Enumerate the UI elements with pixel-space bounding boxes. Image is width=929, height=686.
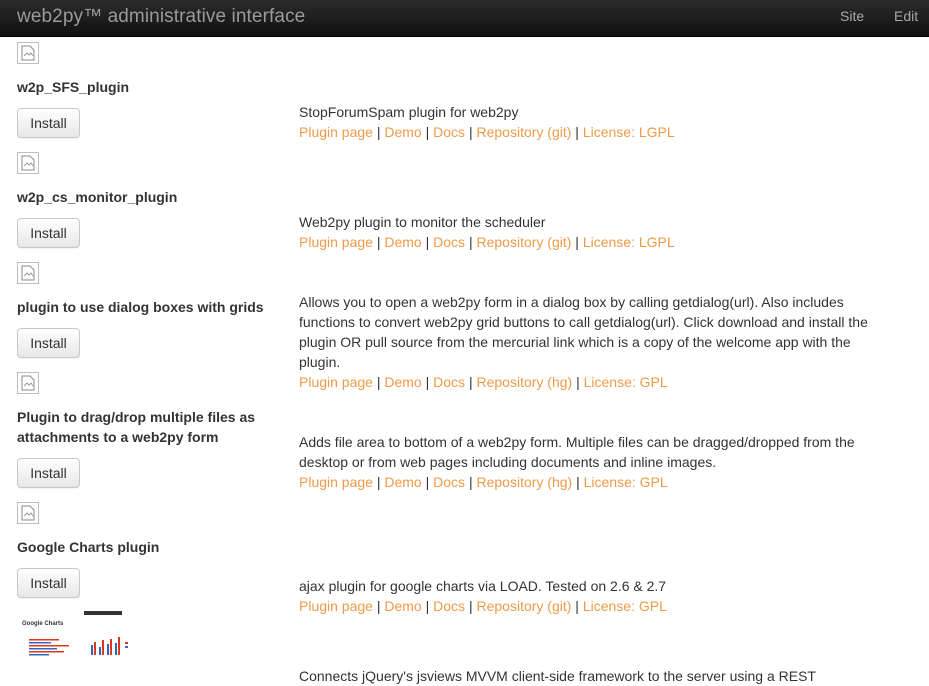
repository-link[interactable]: Repository (hg) <box>476 474 572 490</box>
demo-link[interactable]: Demo <box>384 124 421 140</box>
docs-link[interactable]: Docs <box>433 598 465 614</box>
plugin-links: Plugin page | Demo | Docs | Repository (… <box>299 474 668 490</box>
plugin-name: plugin to use dialog boxes with grids <box>17 299 264 315</box>
install-button[interactable]: Install <box>17 108 80 138</box>
brand-title[interactable]: web2py™ administrative interface <box>17 6 305 28</box>
plugin-page-link[interactable]: Plugin page <box>299 374 373 390</box>
install-button[interactable]: Install <box>17 568 80 598</box>
install-button[interactable]: Install <box>17 218 80 248</box>
demo-link[interactable]: Demo <box>384 474 421 490</box>
plugin-name: w2p_cs_monitor_plugin <box>17 189 178 205</box>
broken-image-icon <box>17 502 39 524</box>
plugin-page-link[interactable]: Plugin page <box>299 474 373 490</box>
plugin-links: Plugin page | Demo | Docs | Repository (… <box>299 124 675 140</box>
plugin-links: Plugin page | Demo | Docs | Repository (… <box>299 374 668 390</box>
broken-image-icon <box>17 152 39 174</box>
demo-link[interactable]: Demo <box>384 234 421 250</box>
license-link[interactable]: License: GPL <box>583 598 667 614</box>
google-charts-thumbnail: Google Charts <box>17 609 135 661</box>
broken-image-icon <box>17 42 39 64</box>
plugin-description: Connects jQuery's jsviews MVVM client-si… <box>299 668 816 684</box>
docs-link[interactable]: Docs <box>433 374 465 390</box>
license-link[interactable]: License: GPL <box>584 474 668 490</box>
plugin-page-link[interactable]: Plugin page <box>299 124 373 140</box>
docs-link[interactable]: Docs <box>433 234 465 250</box>
license-link[interactable]: License: LGPL <box>583 124 675 140</box>
plugin-name: Plugin to drag/drop multiple files as at… <box>17 409 256 445</box>
install-button[interactable]: Install <box>17 328 80 358</box>
broken-image-icon <box>17 372 39 394</box>
nav-site-link[interactable]: Site <box>840 8 864 24</box>
broken-image-icon <box>17 262 39 284</box>
top-navbar: web2py™ administrative interface Site Ed… <box>0 0 929 37</box>
plugin-description: Adds file area to bottom of a web2py for… <box>299 434 855 470</box>
plugin-page-link[interactable]: Plugin page <box>299 598 373 614</box>
docs-link[interactable]: Docs <box>433 124 465 140</box>
plugin-links: Plugin page | Demo | Docs | Repository (… <box>299 234 675 250</box>
repository-link[interactable]: Repository (git) <box>476 598 571 614</box>
thumb-title: Google Charts <box>22 621 64 627</box>
plugin-name: Google Charts plugin <box>17 539 160 555</box>
license-link[interactable]: License: LGPL <box>583 234 675 250</box>
docs-link[interactable]: Docs <box>433 474 465 490</box>
install-button[interactable]: Install <box>17 458 80 488</box>
repository-link[interactable]: Repository (git) <box>476 124 571 140</box>
plugin-description: Web2py plugin to monitor the scheduler <box>299 214 546 230</box>
license-link[interactable]: License: GPL <box>584 374 668 390</box>
plugin-list: w2p_SFS_plugin Install StopForumSpam plu… <box>0 37 929 686</box>
repository-link[interactable]: Repository (hg) <box>476 374 572 390</box>
plugin-page-link[interactable]: Plugin page <box>299 234 373 250</box>
plugin-description: Allows you to open a web2py form in a di… <box>299 294 868 370</box>
plugin-description: StopForumSpam plugin for web2py <box>299 104 519 120</box>
plugin-description: ajax plugin for google charts via LOAD. … <box>299 578 667 594</box>
demo-link[interactable]: Demo <box>384 374 421 390</box>
demo-link[interactable]: Demo <box>384 598 421 614</box>
plugin-links: Plugin page | Demo | Docs | Repository (… <box>299 598 667 614</box>
plugin-name: w2p_SFS_plugin <box>17 79 130 95</box>
nav-edit-link[interactable]: Edit <box>894 8 918 24</box>
repository-link[interactable]: Repository (git) <box>476 234 571 250</box>
